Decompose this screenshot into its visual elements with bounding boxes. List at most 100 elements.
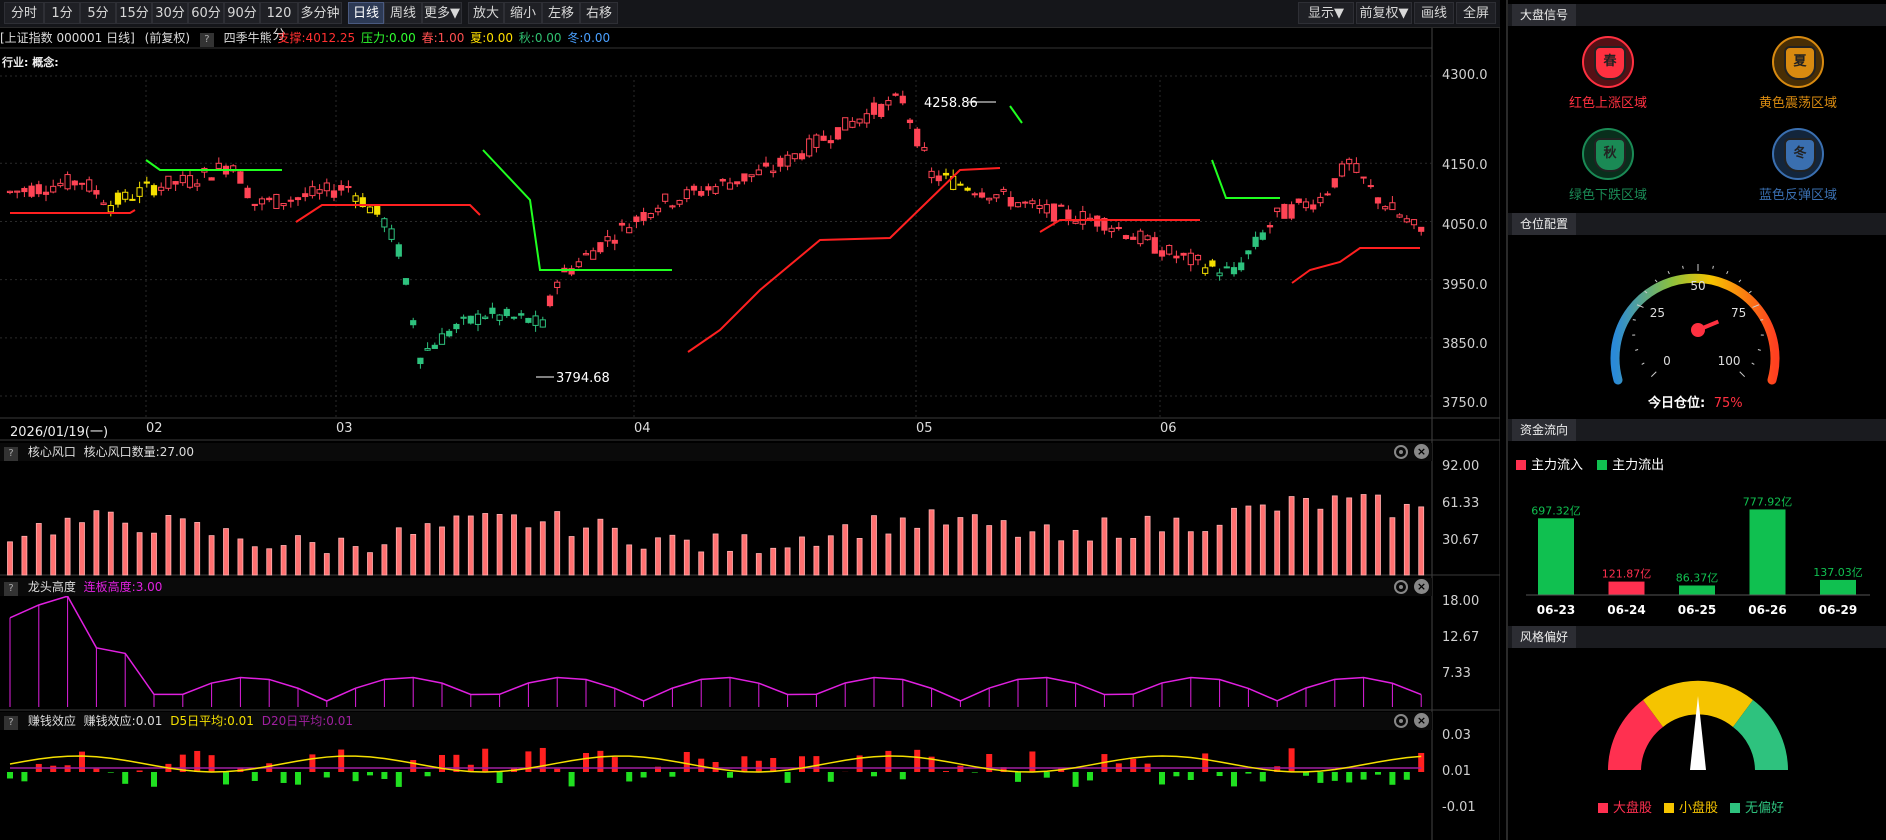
month-tick: 04 <box>634 421 651 436</box>
flow-bar <box>1749 509 1786 595</box>
core-axis-tick: 30.67 <box>1442 533 1480 548</box>
close-icon[interactable]: × <box>1414 579 1429 594</box>
signal-label: 蓝色反弹区域 <box>1758 188 1837 203</box>
flow-legend: 主力流入 主力流出 <box>1516 454 1664 473</box>
style-legend: 大盘股 小盘股 无偏好 <box>1598 797 1784 816</box>
position-value: 75% <box>1713 396 1743 411</box>
flow-value: 86.37亿 <box>1676 571 1719 584</box>
position-label: 今日仓位: <box>1648 396 1706 411</box>
high-annotation: 4258.86 <box>924 96 978 111</box>
help-icon[interactable]: ? <box>4 582 18 596</box>
season-glyph: 春 <box>1594 46 1626 80</box>
d5-average: D5日平均:0.01 <box>170 714 254 728</box>
season-icon: 夏 <box>1772 36 1824 88</box>
flow-bar <box>1820 579 1856 595</box>
leader-axis-tick: 18.00 <box>1442 594 1480 609</box>
help-icon[interactable]: ? <box>4 447 18 461</box>
settings-gear-icon[interactable] <box>1394 445 1408 459</box>
flow-value: 121.87亿 <box>1602 568 1652 581</box>
season-icon: 春 <box>1582 36 1634 88</box>
leader-panel-header: ? 龙头高度 连板高度:3.00 <box>0 578 1432 596</box>
low-annotation: 3794.68 <box>556 371 610 386</box>
style-gauge <box>1608 680 1788 770</box>
month-tick: 03 <box>336 421 353 436</box>
d20-average: D20日平均:0.01 <box>261 714 354 728</box>
today-position: 今日仓位: 75% <box>1648 392 1743 411</box>
panel-name: 龙头高度 <box>27 580 76 594</box>
position-tab[interactable]: 仓位配置 <box>1512 213 1577 235</box>
signal-3: 冬蓝色反弹区域 <box>1728 128 1868 203</box>
help-icon[interactable]: ? <box>4 716 18 730</box>
signal-label: 绿色下跌区域 <box>1568 188 1647 203</box>
core-axis-tick: 61.33 <box>1442 496 1480 511</box>
style-section-header: 风格偏好 <box>1508 626 1886 648</box>
gauge-tick-label: 25 <box>1650 306 1665 320</box>
season-glyph: 夏 <box>1784 46 1816 80</box>
flow-bar-chart: 697.32亿 06-23 121.87亿 06-24 86.37亿 06-25 777.9… <box>1526 495 1870 617</box>
signal-label: 红色上涨区域 <box>1568 96 1647 111</box>
legend-outflow: 主力流出 <box>1612 458 1665 473</box>
style-legend-label: 小盘股 <box>1679 801 1719 816</box>
signal-tab[interactable]: 大盘信号 <box>1512 4 1577 26</box>
style-legend-label: 无偏好 <box>1745 801 1785 816</box>
flow-date: 06-25 <box>1678 603 1716 617</box>
profit-axis-tick: 0.03 <box>1442 728 1471 743</box>
flow-bar <box>1608 581 1645 595</box>
flow-tab[interactable]: 资金流向 <box>1512 419 1577 441</box>
month-tick: 06 <box>1160 421 1177 436</box>
month-tick: 02 <box>146 421 163 436</box>
style-tab[interactable]: 风格偏好 <box>1512 626 1577 648</box>
core-panel-header: ? 核心风口 核心风口数量:27.00 <box>0 443 1432 461</box>
legend-swatch <box>1664 803 1675 813</box>
price-tick: 3750.0 <box>1442 396 1488 411</box>
gauge-tick-label: 100 <box>1718 354 1741 368</box>
flow-date: 06-26 <box>1748 603 1786 617</box>
settings-gear-icon[interactable] <box>1394 580 1408 594</box>
price-tick: 3950.0 <box>1442 278 1488 293</box>
close-icon[interactable]: × <box>1414 713 1429 728</box>
signal-1: 夏黄色震荡区域 <box>1728 36 1868 111</box>
season-icon: 秋 <box>1582 128 1634 180</box>
signal-section-header: 大盘信号 <box>1508 4 1886 26</box>
legend-swatch <box>1730 803 1741 813</box>
flow-date: 06-29 <box>1819 603 1857 617</box>
month-tick: 05 <box>916 421 933 436</box>
flow-value: 697.32亿 <box>1531 504 1581 517</box>
gauge-tick-label: 0 <box>1663 354 1671 368</box>
close-icon[interactable]: × <box>1414 444 1429 459</box>
flow-section-header: 资金流向 <box>1508 419 1886 441</box>
leader-axis-tick: 7.33 <box>1442 666 1471 681</box>
price-tick: 3850.0 <box>1442 337 1488 352</box>
season-glyph: 秋 <box>1594 138 1626 172</box>
current-date: 2026/01/19(一) <box>10 425 109 440</box>
flow-value: 777.92亿 <box>1743 495 1793 508</box>
profit-panel-header: ? 赚钱效应 赚钱效应:0.01 D5日平均:0.01 D20日平均:0.01 <box>0 712 1432 730</box>
price-tick: 4300.0 <box>1442 68 1488 83</box>
leader-axis-tick: 12.67 <box>1442 630 1480 645</box>
legend-swatch <box>1598 803 1608 813</box>
position-section-header: 仓位配置 <box>1508 213 1886 235</box>
signal-label: 黄色震荡区域 <box>1758 96 1837 111</box>
flow-date: 06-24 <box>1607 603 1645 617</box>
legend-inflow: 主力流入 <box>1531 458 1584 473</box>
profit-axis-tick: -0.01 <box>1442 800 1476 815</box>
right-panel: 大盘信号 春红色上涨区域夏黄色震荡区域秋绿色下跌区域冬蓝色反弹区域 仓位配置 0… <box>1506 0 1886 840</box>
flow-value: 137.03亿 <box>1813 566 1863 579</box>
signal-0: 春红色上涨区域 <box>1538 36 1678 111</box>
gauge-tick-label: 50 <box>1690 279 1705 293</box>
price-tick: 4050.0 <box>1442 218 1488 233</box>
signal-2: 秋绿色下跌区域 <box>1538 128 1678 203</box>
flow-bar <box>1538 518 1574 595</box>
panel-value: 连板高度:3.00 <box>83 580 163 594</box>
panel-name: 赚钱效应 <box>27 714 76 728</box>
gauge-tick-label: 75 <box>1731 306 1746 320</box>
profit-axis-tick: 0.01 <box>1442 764 1471 779</box>
style-legend-label: 大盘股 <box>1613 801 1653 816</box>
panel-name: 核心风口 <box>27 445 76 459</box>
settings-gear-icon[interactable] <box>1394 714 1408 728</box>
flow-date: 06-23 <box>1537 603 1575 617</box>
panel-value: 赚钱效应:0.01 <box>83 714 163 728</box>
price-tick: 4150.0 <box>1442 158 1488 173</box>
core-axis-tick: 92.00 <box>1442 459 1480 474</box>
season-icon: 冬 <box>1772 128 1824 180</box>
